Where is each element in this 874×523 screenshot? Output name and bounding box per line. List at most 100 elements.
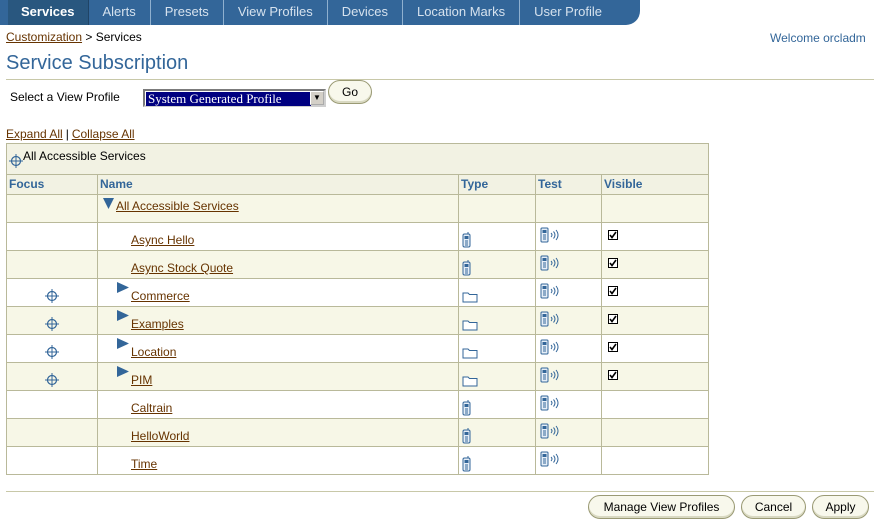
visible-checkbox[interactable] [608,314,618,324]
name-cell: Async Stock Quote [98,251,459,278]
test-device-icon[interactable] [540,423,560,442]
chevron-down-icon[interactable]: ▼ [310,91,324,105]
name-cell: All Accessible Services [98,195,459,222]
name-cell: Time [98,447,459,474]
tree-root-row: All Accessible Services [7,144,708,175]
collapse-all-link[interactable]: Collapse All [72,127,135,141]
name-cell: HelloWorld [98,419,459,446]
name-cell: PIM [98,363,459,390]
tab-devices[interactable]: Devices [326,0,402,25]
test-device-icon[interactable] [540,255,560,274]
table-row: All Accessible Services [7,195,708,223]
visible-checkbox[interactable] [608,258,618,268]
visible-checkbox[interactable] [608,230,618,240]
focus-cell [7,223,98,250]
tab-alerts[interactable]: Alerts [89,0,150,25]
crosshair-icon[interactable] [45,345,59,362]
manage-view-profiles-button[interactable]: Manage View Profiles [588,495,735,519]
tab-bar: Services Alerts Presets View Profiles De… [0,0,874,25]
type-cell [459,251,536,278]
test-device-icon[interactable] [540,395,560,414]
apply-button[interactable]: Apply [812,495,869,519]
breadcrumb-current: Services [95,30,142,44]
triangle-right-icon[interactable] [117,366,129,380]
title-divider [6,79,874,80]
view-profile-selected-value: System Generated Profile [146,92,311,106]
view-profile-label: Select a View Profile [10,90,120,104]
focus-cell [7,251,98,278]
crosshair-icon[interactable] [45,373,59,390]
tab-view-profiles[interactable]: View Profiles [222,0,327,25]
service-name-link[interactable]: Examples [131,317,184,331]
column-header-type: Type [459,175,536,194]
test-device-icon[interactable] [540,451,560,470]
folder-icon [462,319,478,334]
test-cell [536,391,602,418]
name-cell: Location [98,335,459,362]
name-cell: Async Hello [98,223,459,250]
triangle-right-icon[interactable] [117,310,129,324]
triangle-down-icon[interactable] [103,198,114,212]
visible-checkbox[interactable] [608,370,618,380]
test-cell [536,279,602,306]
table-row: Async Stock Quote [7,251,708,279]
crosshair-icon[interactable] [45,289,59,306]
visible-checkbox[interactable] [608,286,618,296]
visible-cell [602,391,708,418]
triangle-right-icon[interactable] [117,282,129,296]
tab-presets[interactable]: Presets [149,0,223,25]
table-header: Focus Name Type Test Visible [7,175,708,195]
type-cell [459,195,536,222]
test-cell [536,447,602,474]
folder-icon [462,291,478,306]
test-device-icon[interactable] [540,339,560,358]
name-cell: Commerce [98,279,459,306]
tree-root-label: All Accessible Services [23,149,146,163]
visible-cell [602,307,708,334]
service-name-link[interactable]: Async Stock Quote [131,261,233,275]
test-device-icon[interactable] [540,283,560,302]
focus-cell [7,335,98,362]
focus-cell [7,279,98,306]
service-name-link[interactable]: Async Hello [131,233,194,247]
service-name-link[interactable]: HelloWorld [131,429,189,443]
services-table: All Accessible Services Focus Name Type … [6,143,709,475]
table-row: HelloWorld [7,419,708,447]
service-name-link[interactable]: Commerce [131,289,190,303]
test-device-icon[interactable] [540,227,560,246]
visible-cell [602,419,708,446]
cancel-button[interactable]: Cancel [741,495,806,519]
service-name-link[interactable]: Time [131,457,157,471]
focus-cell [7,195,98,222]
type-cell [459,279,536,306]
service-name-link[interactable]: All Accessible Services [116,199,239,213]
test-device-icon[interactable] [540,367,560,386]
view-profile-select[interactable]: System Generated Profile ▼ [143,89,326,107]
focus-cell [7,447,98,474]
service-name-link[interactable]: Caltrain [131,401,172,415]
triangle-right-icon[interactable] [117,338,129,352]
mobile-phone-icon [462,428,472,447]
crosshair-icon[interactable] [45,317,59,334]
link-separator: | [65,127,69,141]
tab-user-profile[interactable]: User Profile [519,0,616,25]
expand-all-link[interactable]: Expand All [6,127,63,141]
visible-cell [602,251,708,278]
visible-checkbox[interactable] [608,342,618,352]
table-body: All Accessible Services Async Hello Async … [7,195,708,474]
test-device-icon[interactable] [540,311,560,330]
breadcrumb-customization-link[interactable]: Customization [6,30,82,44]
tab-services[interactable]: Services [8,0,89,25]
visible-cell [602,223,708,250]
service-name-link[interactable]: PIM [131,373,152,387]
service-name-link[interactable]: Location [131,345,176,359]
column-header-test: Test [536,175,602,194]
column-header-visible: Visible [604,177,643,191]
crosshair-icon[interactable] [9,154,23,171]
type-cell [459,363,536,390]
go-button[interactable]: Go [328,80,372,104]
test-cell [536,223,602,250]
folder-icon [462,375,478,390]
tab-location-marks[interactable]: Location Marks [401,0,519,25]
test-cell [536,251,602,278]
